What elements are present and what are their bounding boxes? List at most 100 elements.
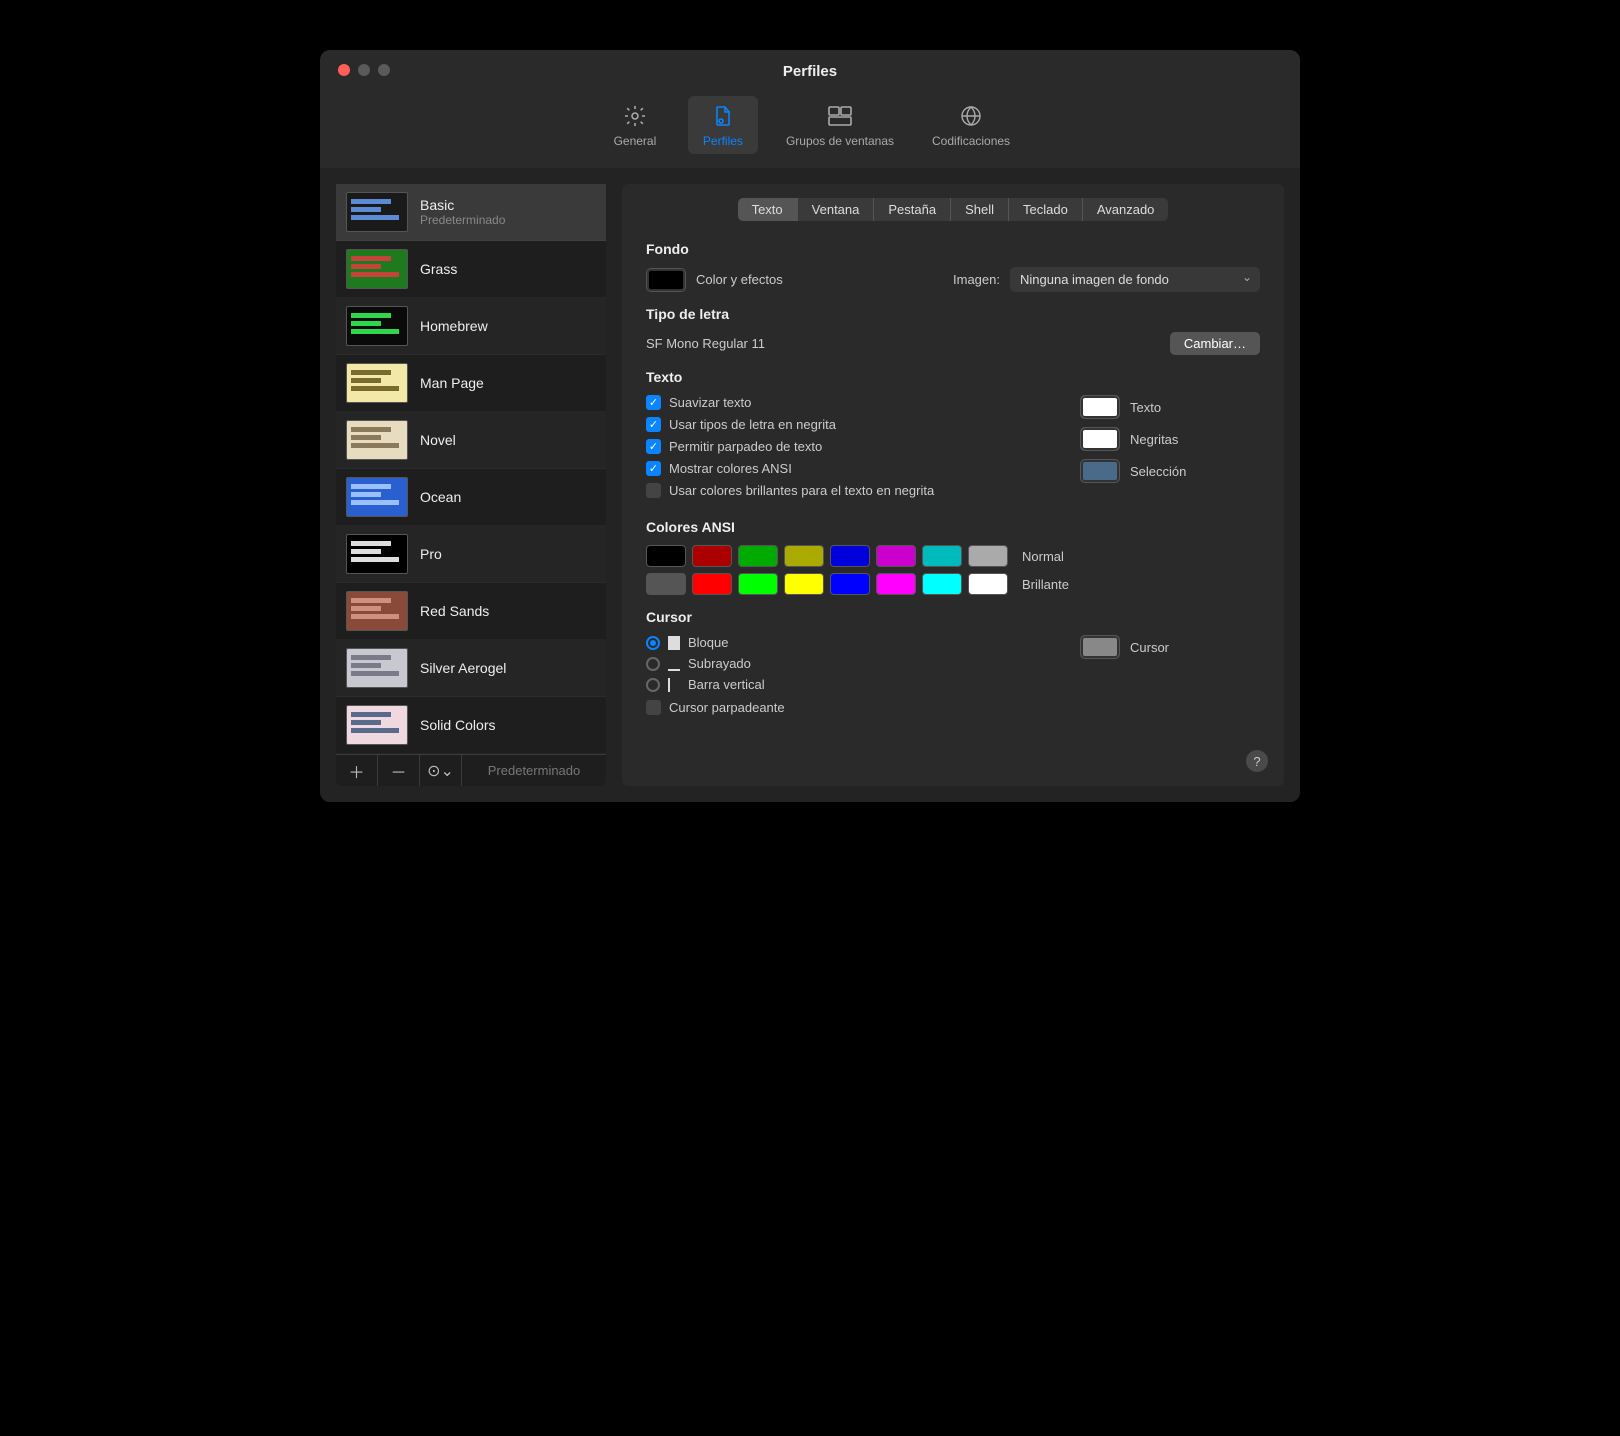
profile-settings-panel: TextoVentanaPestañaShellTecladoAvanzado … <box>622 184 1284 786</box>
checkbox-label: Usar colores brillantes para el texto en… <box>669 483 934 498</box>
radio-button[interactable] <box>646 636 660 650</box>
cursor-radio-row: Barra vertical <box>646 677 1040 692</box>
ansi-color-swatch[interactable] <box>830 573 870 595</box>
cursor-options: Bloque Subrayado Barra vertical Cursor p… <box>646 635 1040 722</box>
current-font-label: SF Mono Regular 11 <box>646 336 765 351</box>
ansi-color-swatch[interactable] <box>646 545 686 567</box>
profile-row-basic[interactable]: Basic Predeterminado <box>336 184 606 241</box>
radio-button[interactable] <box>646 678 660 692</box>
profile-name: Homebrew <box>420 318 488 334</box>
profile-name: Ocean <box>420 489 461 505</box>
close-button[interactable] <box>338 64 350 76</box>
checkbox-row: ✓ Usar tipos de letra en negrita <box>646 417 1040 432</box>
background-color-well[interactable] <box>646 268 686 292</box>
background-image-select[interactable]: Ninguna imagen de fondo <box>1010 267 1260 292</box>
text-color-well[interactable] <box>1080 459 1120 483</box>
toolbar-label: Codificaciones <box>932 134 1010 148</box>
traffic-lights <box>338 64 390 76</box>
profile-thumb <box>346 306 408 346</box>
color-effects-label: Color y efectos <box>696 272 783 287</box>
checkbox[interactable]: ✓ <box>646 461 661 476</box>
ansi-color-swatch[interactable] <box>922 573 962 595</box>
profile-thumb <box>346 591 408 631</box>
profile-name: Basic <box>420 197 505 213</box>
ansi-color-swatch[interactable] <box>692 573 732 595</box>
tab-avanzado[interactable]: Avanzado <box>1083 198 1169 221</box>
ansi-color-swatch[interactable] <box>830 545 870 567</box>
profile-list[interactable]: Basic Predeterminado Grass Homebrew Man <box>336 184 606 754</box>
cursor-color-well[interactable] <box>1080 635 1120 659</box>
checkbox-label: Cursor parpadeante <box>669 700 785 715</box>
ansi-color-swatch[interactable] <box>646 573 686 595</box>
profile-row-solid-colors[interactable]: Solid Colors <box>336 697 606 754</box>
radio-label: Bloque <box>688 635 728 650</box>
window-title: Perfiles <box>783 63 837 80</box>
ansi-color-swatch[interactable] <box>922 545 962 567</box>
remove-profile-button[interactable]: － <box>378 755 420 786</box>
checkbox-label: Suavizar texto <box>669 395 751 410</box>
checkbox[interactable]: ✓ <box>646 439 661 454</box>
color-well-label: Selección <box>1130 464 1186 479</box>
minimize-button[interactable] <box>358 64 370 76</box>
cursor-well-label: Cursor <box>1130 640 1169 655</box>
radio-label: Barra vertical <box>688 677 765 692</box>
profile-row-red-sands[interactable]: Red Sands <box>336 583 606 640</box>
ansi-color-swatch[interactable] <box>738 545 778 567</box>
text-color-well[interactable] <box>1080 427 1120 451</box>
profile-thumb <box>346 534 408 574</box>
checkbox[interactable] <box>646 700 661 715</box>
maximize-button[interactable] <box>378 64 390 76</box>
ansi-color-swatch[interactable] <box>968 573 1008 595</box>
toolbar-label: Perfiles <box>703 134 743 148</box>
profile-icon <box>709 102 737 130</box>
checkbox[interactable]: ✓ <box>646 417 661 432</box>
change-font-button[interactable]: Cambiar… <box>1170 332 1260 355</box>
cursor-radio-row: Subrayado <box>646 656 1040 671</box>
profile-row-man-page[interactable]: Man Page <box>336 355 606 412</box>
text-color-well[interactable] <box>1080 395 1120 419</box>
ansi-color-swatch[interactable] <box>968 545 1008 567</box>
titlebar: Perfiles <box>320 50 1300 92</box>
toolbar: General Perfiles Grupos de ventanas Codi… <box>320 92 1300 168</box>
radio-button[interactable] <box>646 657 660 671</box>
profile-row-silver-aerogel[interactable]: Silver Aerogel <box>336 640 606 697</box>
tab-texto[interactable]: Texto <box>738 198 798 221</box>
windows-icon <box>826 102 854 130</box>
section-text-title: Texto <box>646 369 1260 385</box>
profile-row-homebrew[interactable]: Homebrew <box>336 298 606 355</box>
set-default-button[interactable]: Predeterminado <box>462 755 606 786</box>
profile-row-pro[interactable]: Pro <box>336 526 606 583</box>
checkbox-row: ✓ Suavizar texto <box>646 395 1040 410</box>
section-ansi-title: Colores ANSI <box>646 519 1260 535</box>
checkbox[interactable] <box>646 483 661 498</box>
checkbox[interactable]: ✓ <box>646 395 661 410</box>
color-well-label: Negritas <box>1130 432 1178 447</box>
toolbar-item-codificaciones[interactable]: Codificaciones <box>922 96 1020 154</box>
toolbar-item-general[interactable]: General <box>600 96 670 154</box>
toolbar-item-grupos[interactable]: Grupos de ventanas <box>776 96 904 154</box>
preferences-window: Perfiles General Perfiles Grupos de vent… <box>320 50 1300 802</box>
checkbox-row: ✓ Mostrar colores ANSI <box>646 461 1040 476</box>
cursor-radio-row: Bloque <box>646 635 1040 650</box>
tab-ventana[interactable]: Ventana <box>798 198 875 221</box>
tab-teclado[interactable]: Teclado <box>1009 198 1083 221</box>
tab-pestaña[interactable]: Pestaña <box>874 198 951 221</box>
profile-row-ocean[interactable]: Ocean <box>336 469 606 526</box>
ansi-color-swatch[interactable] <box>876 545 916 567</box>
profile-actions-menu[interactable]: ⊙⌄ <box>420 755 462 786</box>
ansi-color-swatch[interactable] <box>784 573 824 595</box>
ansi-color-swatch[interactable] <box>784 545 824 567</box>
ansi-color-swatch[interactable] <box>692 545 732 567</box>
tab-shell[interactable]: Shell <box>951 198 1009 221</box>
help-button[interactable]: ? <box>1246 750 1268 772</box>
profile-thumb <box>346 705 408 745</box>
toolbar-item-perfiles[interactable]: Perfiles <box>688 96 758 154</box>
profile-row-novel[interactable]: Novel <box>336 412 606 469</box>
profile-row-grass[interactable]: Grass <box>336 241 606 298</box>
text-checks: ✓ Suavizar texto ✓ Usar tipos de letra en… <box>646 395 1040 505</box>
add-profile-button[interactable]: ＋ <box>336 755 378 786</box>
ansi-color-swatch[interactable] <box>738 573 778 595</box>
ansi-color-swatch[interactable] <box>876 573 916 595</box>
globe-icon <box>957 102 985 130</box>
checkbox-row: Usar colores brillantes para el texto en… <box>646 483 1040 498</box>
